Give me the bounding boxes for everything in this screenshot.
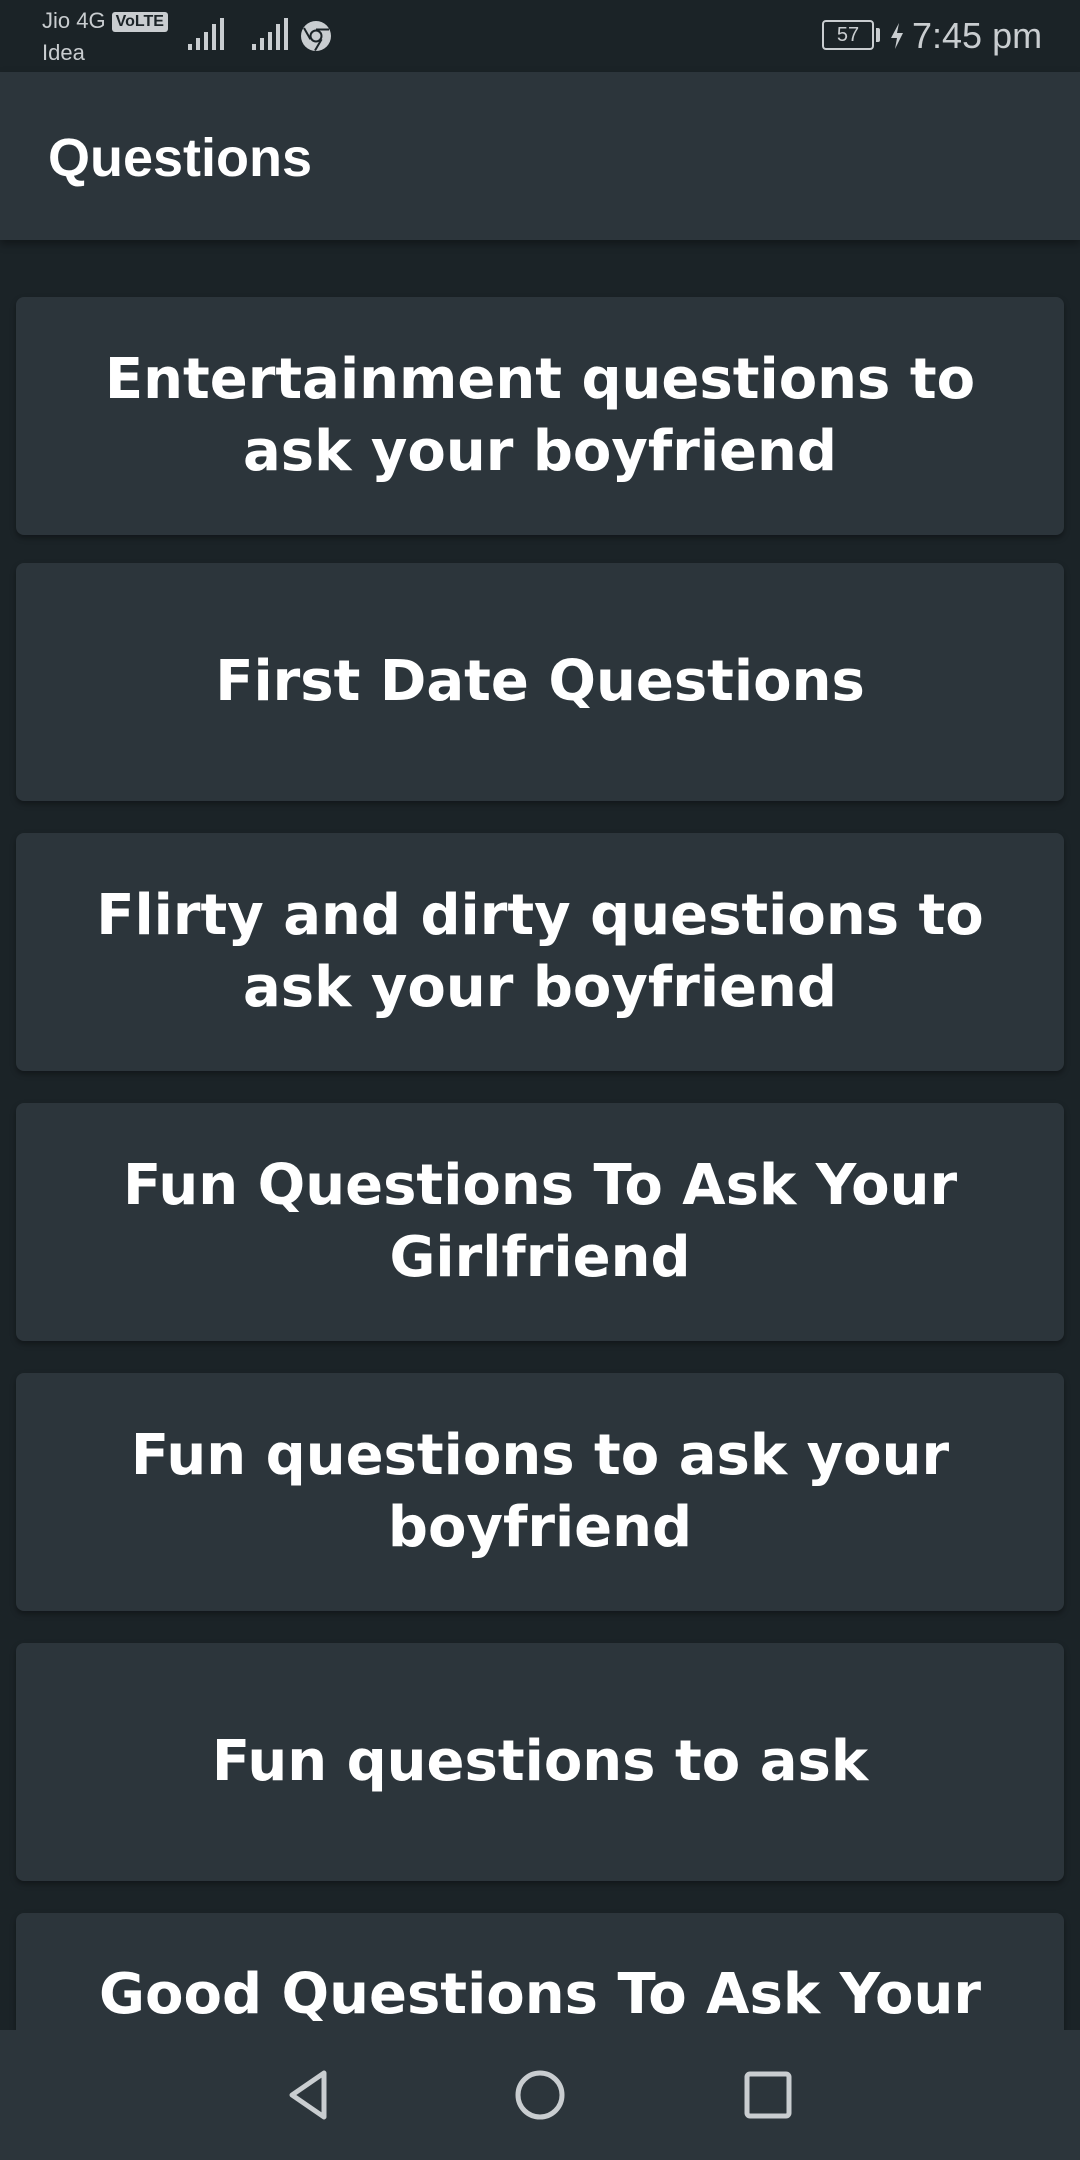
list-item-label: Fun questions to ask bbox=[211, 1729, 869, 1794]
battery-tip bbox=[876, 28, 880, 42]
question-category-list[interactable]: Entertainment questions to ask your boyf… bbox=[0, 240, 1080, 2030]
list-item-label: First Date Questions bbox=[215, 649, 865, 714]
battery-level: 57 bbox=[836, 24, 860, 46]
carrier-primary: Jio 4G VoLTE bbox=[42, 8, 168, 34]
clock: 7:45 pm bbox=[912, 15, 1043, 56]
home-icon[interactable] bbox=[510, 2065, 570, 2125]
list-item[interactable]: Fun Questions To Ask Your Girlfriend bbox=[16, 1103, 1064, 1341]
list-item-label: Good Questions To Ask Your bbox=[99, 1962, 981, 2027]
list-item[interactable]: Entertainment questions to ask your boyf… bbox=[16, 297, 1064, 535]
list-item-label: Fun Questions To Ask Your Girlfriend bbox=[122, 1153, 958, 1290]
chrome-icon bbox=[301, 21, 331, 52]
list-item[interactable]: Fun questions to ask bbox=[16, 1643, 1064, 1881]
volte-badge: VoLTE bbox=[111, 12, 168, 32]
list-item[interactable]: Good Questions To Ask Your bbox=[16, 1913, 1064, 2030]
page-title: Questions bbox=[48, 128, 313, 188]
list-item[interactable]: First Date Questions bbox=[16, 563, 1064, 801]
list-item-label: Flirty and dirty questions to ask your b… bbox=[96, 883, 984, 1020]
battery-icon: 57 bbox=[822, 20, 874, 50]
recent-apps-icon[interactable] bbox=[738, 2065, 798, 2125]
list-item-label: Entertainment questions to ask your boyf… bbox=[104, 347, 976, 484]
carrier-primary-label: Jio 4G bbox=[42, 8, 106, 33]
signal-strength-icon bbox=[188, 18, 224, 50]
charging-bolt-icon bbox=[891, 23, 903, 49]
app-bar: Questions bbox=[0, 72, 1080, 240]
list-item[interactable]: Fun questions to ask your boyfriend bbox=[16, 1373, 1064, 1611]
signal-strength-icon bbox=[252, 18, 288, 50]
navigation-bar bbox=[0, 2030, 1080, 2160]
carrier-secondary: Idea bbox=[42, 40, 85, 65]
back-icon[interactable] bbox=[278, 2065, 338, 2125]
status-bar: Jio 4G VoLTE Idea 57 7:45 pm bbox=[0, 0, 1080, 72]
list-item[interactable]: Flirty and dirty questions to ask your b… bbox=[16, 833, 1064, 1071]
list-item-label: Fun questions to ask your boyfriend bbox=[130, 1423, 950, 1560]
